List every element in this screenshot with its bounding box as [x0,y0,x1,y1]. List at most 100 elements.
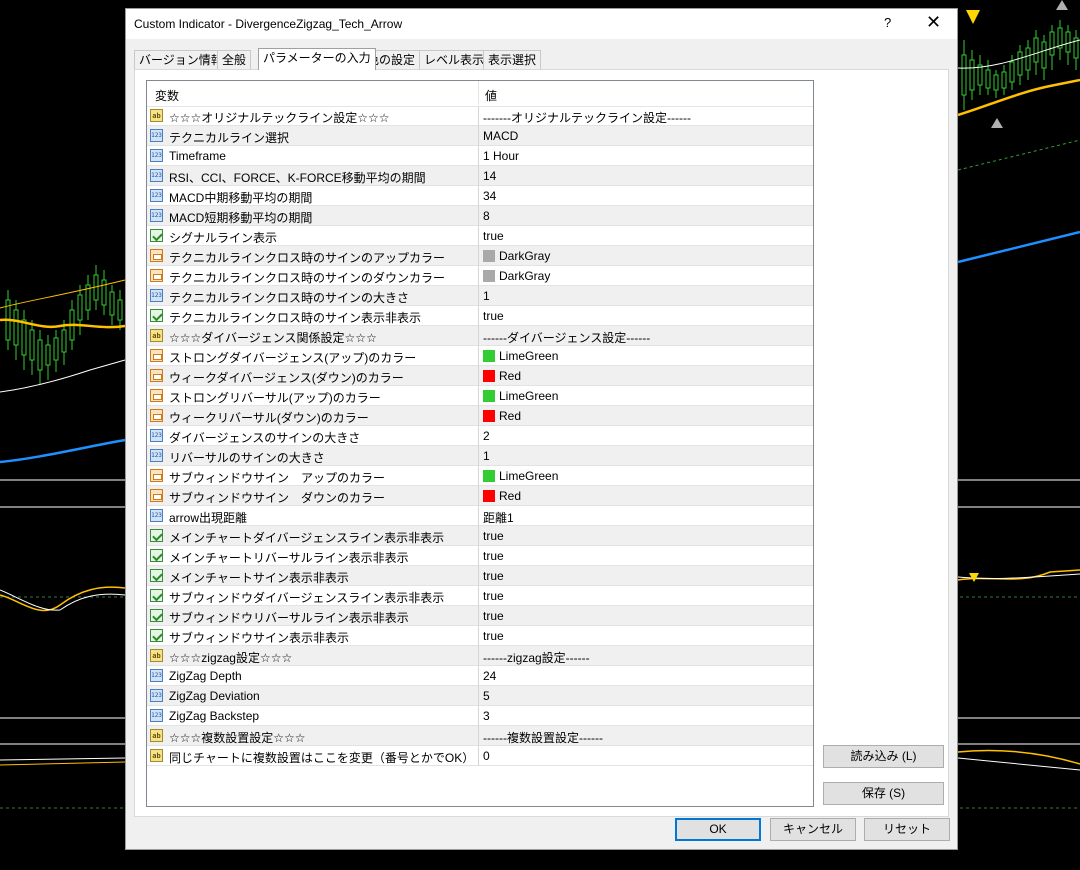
parameter-row[interactable]: ウィークダイバージェンス(ダウン)のカラー Red [147,366,813,386]
parameter-value[interactable]: 5 [483,689,490,703]
parameter-value[interactable]: DarkGray [483,269,550,283]
candle-body [1009,61,1015,83]
parameter-value[interactable]: LimeGreen [483,349,558,363]
parameter-value[interactable]: 1 [483,449,490,463]
cancel-button[interactable]: キャンセル [770,818,856,841]
parameter-value[interactable]: MACD [483,129,518,143]
parameter-row[interactable]: サブウィンドウサイン アップのカラー LimeGreen [147,466,813,486]
boolean-type-icon [150,589,163,602]
parameter-name: ダイバージェンスのサインの大きさ [169,431,361,445]
parameter-row[interactable]: サブウィンドウサイン表示非表示 true [147,626,813,646]
parameter-row[interactable]: シグナルライン表示 true [147,226,813,246]
parameter-value[interactable]: ------ダイバージェンス設定------ [483,329,650,346]
parameter-row[interactable]: 123 ZigZag Deviation 5 [147,686,813,706]
parameter-value[interactable]: Red [483,369,521,383]
parameter-row[interactable]: メインチャートダイバージェンスライン表示非表示 true [147,526,813,546]
parameter-value[interactable]: 14 [483,169,496,183]
parameter-row[interactable]: ab ☆☆☆zigzag設定☆☆☆ ------zigzag設定------ [147,646,813,666]
parameter-value[interactable]: -------オリジナルテックライン設定------ [483,109,691,126]
parameter-value[interactable]: true [483,609,504,623]
candle-body [1033,37,1039,63]
parameter-row[interactable]: サブウィンドウサイン ダウンのカラー Red [147,486,813,506]
parameter-row[interactable]: ab ☆☆☆オリジナルテックライン設定☆☆☆ -------オリジナルテックライン設… [147,106,813,126]
parameter-value[interactable]: true [483,529,504,543]
parameter-value[interactable]: true [483,229,504,243]
parameter-row[interactable]: 123 arrow出現距離 距離1 [147,506,813,526]
tab-levels[interactable]: レベル表示 [419,50,490,69]
parameter-row[interactable]: 123 ダイバージェンスのサインの大きさ 2 [147,426,813,446]
parameter-value[interactable]: 0 [483,749,490,763]
parameter-row[interactable]: ab 同じチャートに複数設置はここを変更（番号とかでOK） 0 [147,746,813,766]
color-swatch [483,270,495,282]
parameter-row[interactable]: 123 テクニカルラインクロス時のサインの大きさ 1 [147,286,813,306]
column-header-value[interactable]: 値 [485,87,497,104]
parameter-row[interactable]: 123 ZigZag Backstep 3 [147,706,813,726]
candle-body [37,339,43,371]
parameter-value[interactable]: 34 [483,189,496,203]
parameter-row[interactable]: メインチャートリバーサルライン表示非表示 true [147,546,813,566]
parameter-value[interactable]: 24 [483,669,496,683]
parameter-value[interactable]: 2 [483,429,490,443]
parameter-row[interactable]: 123 ZigZag Depth 24 [147,666,813,686]
parameter-row[interactable]: ab ☆☆☆ダイバージェンス関係設定☆☆☆ ------ダイバージェンス設定----… [147,326,813,346]
parameter-value[interactable]: true [483,309,504,323]
parameter-value[interactable]: Red [483,409,521,423]
parameter-value[interactable]: true [483,589,504,603]
integer-type-icon: 123 [150,689,163,702]
parameter-value[interactable]: ------zigzag設定------ [483,649,590,666]
parameter-value-text: LimeGreen [499,349,559,363]
parameter-row[interactable]: 123 テクニカルライン選択 MACD [147,126,813,146]
parameter-row[interactable]: メインチャートサイン表示非表示 true [147,566,813,586]
candle-body [1001,71,1007,89]
parameter-row[interactable]: サブウィンドウダイバージェンスライン表示非表示 true [147,586,813,606]
parameter-name: RSI、CCI、FORCE、K-FORCE移動平均の期間 [169,171,426,185]
parameter-name: ストロングリバーサル(アップ)のカラー [169,391,381,405]
parameter-value[interactable]: true [483,569,504,583]
parameter-value[interactable]: Red [483,489,521,503]
tab-version-info[interactable]: バージョン情報 [134,50,228,69]
parameter-value-text: true [483,589,504,603]
parameter-row[interactable]: ウィークリバーサル(ダウン)のカラー Red [147,406,813,426]
ok-button[interactable]: OK [675,818,761,841]
parameter-value[interactable]: true [483,629,504,643]
reset-button[interactable]: リセット [864,818,950,841]
save-button[interactable]: 保存 (S) [823,782,944,805]
parameter-value[interactable]: 8 [483,209,490,223]
parameter-row[interactable]: 123 RSI、CCI、FORCE、K-FORCE移動平均の期間 14 [147,166,813,186]
load-button[interactable]: 読み込み (L) [823,745,944,768]
close-button[interactable]: ✕ [926,12,941,33]
tab-input-parameters[interactable]: パラメーターの入力 [258,48,376,70]
parameter-row[interactable]: 123 MACD短期移動平均の期間 8 [147,206,813,226]
parameter-value[interactable]: LimeGreen [483,389,558,403]
parameter-row[interactable]: サブウィンドウリバーサルライン表示非表示 true [147,606,813,626]
parameter-value[interactable]: 距離1 [483,509,514,526]
parameter-row[interactable]: ストロングリバーサル(アップ)のカラー LimeGreen [147,386,813,406]
parameter-value[interactable]: 1 [483,289,490,303]
parameter-row[interactable]: 123 MACD中期移動平均の期間 34 [147,186,813,206]
oscillator-line [0,761,126,766]
parameter-value[interactable]: 3 [483,709,490,723]
parameter-row[interactable]: テクニカルラインクロス時のサインのダウンカラー DarkGray [147,266,813,286]
boolean-type-icon [150,569,163,582]
tab-general[interactable]: 全般 [217,50,252,69]
parameter-value[interactable]: true [483,549,504,563]
parameters-grid[interactable]: 変数 値 ab ☆☆☆オリジナルテックライン設定☆☆☆ -------オリジナルテッ… [146,80,814,807]
parameter-row[interactable]: テクニカルラインクロス時のサインのアップカラー DarkGray [147,246,813,266]
candle-body [993,74,999,91]
parameter-row[interactable]: 123 リバーサルのサインの大きさ 1 [147,446,813,466]
parameter-row[interactable]: ストロングダイバージェンス(アップ)のカラー LimeGreen [147,346,813,366]
candle-body [53,337,59,361]
parameter-row[interactable]: 123 Timeframe 1 Hour [147,146,813,166]
title-bar[interactable]: Custom Indicator - DivergenceZigzag_Tech… [126,9,957,39]
parameter-row[interactable]: テクニカルラインクロス時のサイン表示非表示 true [147,306,813,326]
tab-visualization[interactable]: 表示選択 [483,50,542,69]
parameter-value[interactable]: LimeGreen [483,469,558,483]
parameter-value[interactable]: 1 Hour [483,149,519,163]
parameter-name: メインチャートダイバージェンスライン表示非表示 [169,531,445,545]
parameter-value[interactable]: ------複数設置設定------ [483,729,603,746]
parameter-name: ZigZag Backstep [169,709,260,723]
column-header-variable[interactable]: 変数 [155,87,179,104]
parameter-row[interactable]: ab ☆☆☆複数設置設定☆☆☆ ------複数設置設定------ [147,726,813,746]
parameter-value[interactable]: DarkGray [483,249,550,263]
help-button[interactable]: ? [884,15,891,30]
